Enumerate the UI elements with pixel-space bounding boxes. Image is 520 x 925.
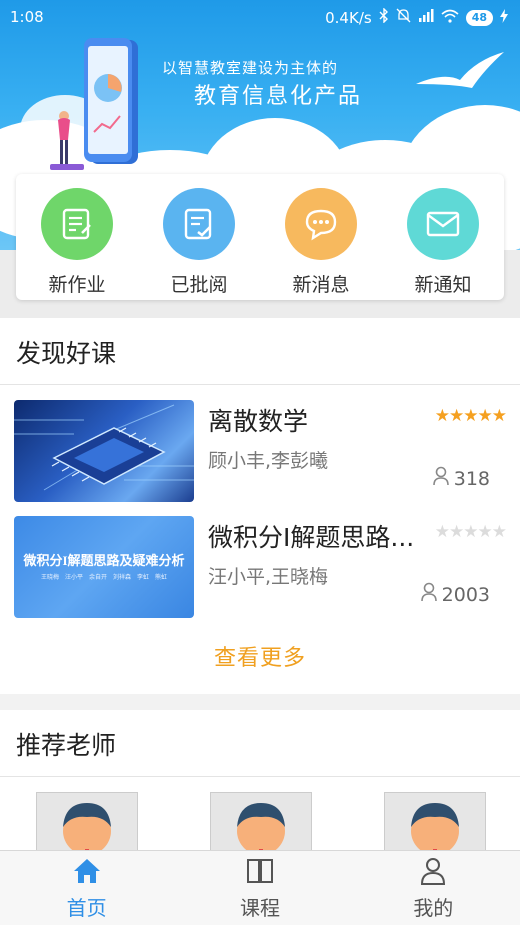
user-icon bbox=[432, 466, 450, 491]
quick-action-label: 已批阅 bbox=[170, 274, 228, 296]
battery-indicator: 48 bbox=[465, 9, 493, 26]
quick-action-new-message[interactable]: 新消息 bbox=[266, 174, 376, 297]
user-icon bbox=[420, 582, 438, 607]
teacher-avatar[interactable] bbox=[384, 792, 486, 854]
teacher-avatar[interactable] bbox=[210, 792, 312, 854]
teacher-avatar[interactable] bbox=[36, 792, 138, 854]
bottom-tab-bar: 首页 课程 我的 bbox=[0, 850, 520, 925]
quick-action-new-notice[interactable]: 新通知 bbox=[388, 174, 498, 297]
tab-label: 课程 bbox=[239, 896, 280, 920]
star-icon: ★ bbox=[463, 406, 478, 426]
signal-icon bbox=[418, 8, 434, 27]
learner-count-value: 318 bbox=[453, 467, 490, 490]
chat-bubble-icon bbox=[285, 188, 357, 260]
status-time: 1:08 bbox=[10, 8, 44, 26]
course-card[interactable]: 微积分I解题思路及疑难分析 王晓梅 汪小平 余自开 刘祥森 李虹 熊虹 微积分I… bbox=[0, 516, 520, 620]
star-icon: ★ bbox=[477, 522, 493, 542]
envelope-icon bbox=[407, 188, 479, 260]
learner-count: 318 bbox=[432, 466, 490, 491]
avatar-icon bbox=[237, 803, 285, 853]
home-icon bbox=[73, 859, 100, 883]
course-thumbnail: 微积分I解题思路及疑难分析 王晓梅 汪小平 余自开 刘祥森 李虹 熊虹 bbox=[14, 516, 194, 618]
phone-illustration bbox=[50, 38, 138, 170]
tab-home[interactable]: 首页 bbox=[0, 851, 173, 925]
quick-action-label: 新消息 bbox=[292, 274, 350, 296]
star-icon: ★ bbox=[449, 522, 464, 542]
discover-section: 发现好课 离散数学 顾小丰,李彭曦 ★★★★★ 318 微积分I解题思路及疑难分… bbox=[0, 318, 520, 694]
banner-slogan-line2: 教育信息化产品 bbox=[194, 84, 363, 109]
star-icon: ★ bbox=[477, 406, 493, 426]
checklist-icon bbox=[163, 188, 235, 260]
tab-courses[interactable]: 课程 bbox=[173, 851, 346, 925]
star-icon: ★ bbox=[434, 406, 450, 426]
edit-document-icon bbox=[41, 188, 113, 260]
quick-action-label: 新通知 bbox=[414, 274, 472, 296]
quick-actions-card: 新作业 已批阅 新消息 新通知 bbox=[16, 174, 504, 300]
view-more-link[interactable]: 查看更多 bbox=[0, 640, 520, 672]
avatar-icon bbox=[63, 803, 111, 853]
quick-action-label: 新作业 bbox=[48, 274, 106, 296]
banner-slogan-line1: 以智慧教室建设为主体的 bbox=[162, 59, 339, 77]
tab-label: 我的 bbox=[413, 896, 454, 920]
circuit-chip-image bbox=[14, 404, 194, 491]
avatar-icon bbox=[411, 803, 459, 853]
course-teachers: 顾小丰,李彭曦 bbox=[208, 450, 329, 472]
network-speed: 0.4K/s bbox=[325, 8, 372, 27]
learner-count: 2003 bbox=[420, 582, 490, 607]
thumbnail-title: 微积分I解题思路及疑难分析 bbox=[23, 553, 185, 568]
teacher-list bbox=[0, 776, 520, 854]
bird-icon bbox=[416, 52, 504, 88]
section-title-discover: 发现好课 bbox=[16, 339, 117, 368]
learner-count-value: 2003 bbox=[441, 583, 490, 606]
star-icon: ★ bbox=[449, 406, 464, 426]
rating-stars: ★★★★★ bbox=[434, 406, 507, 426]
star-icon: ★ bbox=[463, 522, 478, 542]
mute-bell-icon bbox=[396, 8, 411, 27]
user-icon bbox=[421, 858, 446, 885]
section-title-teachers: 推荐老师 bbox=[16, 731, 117, 760]
rating-stars: ★★★★★ bbox=[434, 522, 507, 542]
bluetooth-icon bbox=[379, 7, 389, 27]
star-icon: ★ bbox=[491, 522, 507, 542]
star-icon: ★ bbox=[434, 522, 450, 542]
status-bar: 1:08 0.4K/s 48 bbox=[0, 0, 520, 34]
charging-icon bbox=[500, 8, 508, 27]
course-thumbnail bbox=[14, 400, 194, 502]
divider bbox=[0, 384, 520, 385]
star-icon: ★ bbox=[491, 406, 507, 426]
course-title: 微积分I解题思路... bbox=[208, 523, 415, 552]
teachers-section: 推荐老师 bbox=[0, 710, 520, 854]
quick-action-reviewed[interactable]: 已批阅 bbox=[144, 174, 254, 297]
course-title: 离散数学 bbox=[208, 407, 309, 436]
wifi-icon bbox=[441, 9, 459, 27]
thumbnail-subtitle: 王晓梅 汪小平 余自开 刘祥森 李虹 熊虹 bbox=[40, 574, 167, 581]
course-teachers: 汪小平,王晓梅 bbox=[208, 566, 329, 588]
quick-action-new-homework[interactable]: 新作业 bbox=[22, 174, 132, 297]
tab-label: 首页 bbox=[66, 896, 107, 920]
book-icon bbox=[246, 859, 273, 883]
course-card[interactable]: 离散数学 顾小丰,李彭曦 ★★★★★ 318 bbox=[0, 400, 520, 504]
tab-mine[interactable]: 我的 bbox=[347, 851, 520, 925]
